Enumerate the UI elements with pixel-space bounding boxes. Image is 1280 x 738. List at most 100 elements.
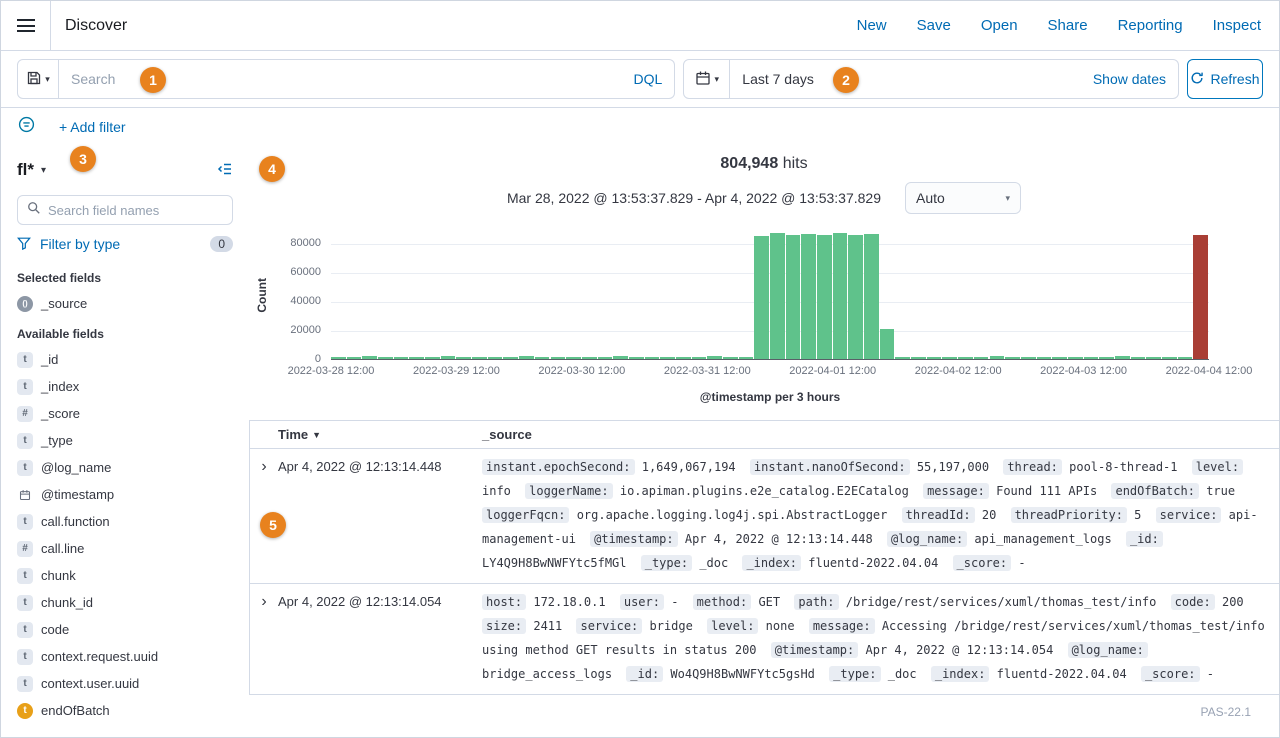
collapse-sidebar-button[interactable] <box>217 161 233 180</box>
field-item-_source[interactable]: ()_source <box>17 290 233 317</box>
histogram-bar[interactable] <box>880 329 895 359</box>
collapse-sidebar-icon <box>217 161 233 180</box>
histogram-bar[interactable] <box>817 235 832 359</box>
field-item-_index[interactable]: t_index <box>17 373 233 400</box>
histogram-bar[interactable] <box>472 357 487 359</box>
histogram-bar[interactable] <box>942 357 957 359</box>
field-search-input[interactable]: Search field names <box>17 195 233 225</box>
histogram-bar[interactable] <box>692 357 707 359</box>
histogram-bar[interactable] <box>1068 357 1083 359</box>
header-action-save[interactable]: Save <box>917 17 951 34</box>
histogram-bar[interactable] <box>613 356 628 359</box>
field-item-_type[interactable]: t_type <box>17 427 233 454</box>
time-column-label: Time <box>278 427 308 442</box>
histogram-bar[interactable] <box>1099 357 1114 359</box>
add-filter-button[interactable]: + Add filter <box>59 119 126 135</box>
histogram-bar[interactable] <box>1037 357 1052 359</box>
filter-set-icon[interactable] <box>18 116 35 138</box>
histogram-bar[interactable] <box>895 357 910 359</box>
field-item-chunk_id[interactable]: tchunk_id <box>17 589 233 616</box>
histogram-bar[interactable] <box>519 356 534 359</box>
header-action-reporting[interactable]: Reporting <box>1118 17 1183 34</box>
field-key-badge: method: <box>693 594 752 610</box>
histogram-bar[interactable] <box>990 356 1005 359</box>
histogram-bar[interactable] <box>1084 357 1099 359</box>
field-item-chunk[interactable]: tchunk <box>17 562 233 589</box>
header-action-share[interactable]: Share <box>1048 17 1088 34</box>
histogram-bar[interactable] <box>1021 357 1036 359</box>
show-dates-button[interactable]: Show dates <box>1093 71 1166 87</box>
interval-select[interactable]: Auto ▾ <box>905 182 1021 214</box>
histogram-bar[interactable] <box>1178 357 1193 359</box>
field-item-@timestamp[interactable]: @timestamp <box>17 481 233 508</box>
histogram-bar[interactable] <box>598 357 613 359</box>
filter-by-type-button[interactable]: Filter by type 0 <box>17 227 233 261</box>
histogram-bar[interactable] <box>801 234 816 359</box>
histogram-bar[interactable] <box>503 357 518 359</box>
refresh-button[interactable]: Refresh <box>1187 59 1263 99</box>
field-item-call.function[interactable]: tcall.function <box>17 508 233 535</box>
histogram-bar[interactable] <box>707 356 722 359</box>
histogram-bar[interactable] <box>1162 357 1177 359</box>
histogram-bar[interactable] <box>441 356 456 359</box>
histogram-bar[interactable] <box>974 357 989 359</box>
histogram-bar[interactable] <box>1052 357 1067 359</box>
field-item-context.request.uuid[interactable]: tcontext.request.uuid <box>17 643 233 670</box>
field-item-_score[interactable]: #_score <box>17 400 233 427</box>
menu-button[interactable] <box>1 1 50 50</box>
header-action-new[interactable]: New <box>857 17 887 34</box>
histogram-bar[interactable] <box>535 357 550 359</box>
histogram-bar[interactable] <box>456 357 471 359</box>
histogram-bar[interactable] <box>645 357 660 359</box>
histogram-bar[interactable] <box>848 235 863 359</box>
field-key-badge: user: <box>620 594 664 610</box>
histogram-bar[interactable] <box>378 357 393 359</box>
calendar-button[interactable]: ▾ <box>684 60 730 98</box>
expand-row-button[interactable]: › <box>250 455 278 477</box>
histogram-bar[interactable] <box>425 357 440 359</box>
field-item-context.user.uuid[interactable]: tcontext.user.uuid <box>17 670 233 697</box>
histogram-bar[interactable] <box>723 357 738 359</box>
histogram-bar[interactable] <box>958 357 973 359</box>
histogram-bar[interactable] <box>362 356 377 359</box>
time-range-display[interactable]: Last 7 days Show dates <box>730 60 1178 98</box>
histogram-bar[interactable] <box>911 357 926 359</box>
histogram-bar[interactable] <box>660 357 675 359</box>
column-header-time[interactable]: Time ▼ <box>278 427 482 442</box>
header-action-open[interactable]: Open <box>981 17 1018 34</box>
histogram-bar[interactable] <box>1005 357 1020 359</box>
histogram-bar[interactable] <box>566 357 581 359</box>
field-item-code[interactable]: tcode <box>17 616 233 643</box>
saved-query-button[interactable]: ▾ <box>17 59 59 99</box>
histogram-bar[interactable] <box>551 357 566 359</box>
field-key-badge: instant.epochSecond: <box>482 459 635 475</box>
header-action-inspect[interactable]: Inspect <box>1213 17 1261 34</box>
field-item-endOfBatch[interactable]: tendOfBatch <box>17 697 233 724</box>
histogram-bar[interactable] <box>347 357 362 359</box>
histogram-bar[interactable] <box>394 357 409 359</box>
index-pattern-select[interactable]: fl* <box>17 160 34 180</box>
field-item-call.line[interactable]: #call.line <box>17 535 233 562</box>
histogram-bar[interactable] <box>786 235 801 360</box>
histogram-bar[interactable] <box>1131 357 1146 359</box>
source-cell: host: 172.18.0.1 user: - method: GET pat… <box>482 590 1279 686</box>
histogram-bar[interactable] <box>739 357 754 359</box>
field-item-@log_name[interactable]: t@log_name <box>17 454 233 481</box>
histogram-bar[interactable] <box>1115 356 1130 359</box>
histogram-bar[interactable] <box>582 357 597 359</box>
histogram-bar[interactable] <box>676 357 691 359</box>
histogram-bar[interactable] <box>864 234 879 359</box>
expand-row-button[interactable]: › <box>250 590 278 612</box>
histogram-bar[interactable] <box>1146 357 1161 359</box>
histogram-bar-current[interactable] <box>1193 235 1208 359</box>
histogram-bar[interactable] <box>409 357 424 359</box>
histogram-bar[interactable] <box>331 357 346 359</box>
histogram-bar[interactable] <box>488 357 503 359</box>
histogram-bar[interactable] <box>629 357 644 359</box>
field-item-_id[interactable]: t_id <box>17 346 233 373</box>
dql-button[interactable]: DQL <box>633 71 662 87</box>
histogram-bar[interactable] <box>754 236 769 360</box>
histogram-bar[interactable] <box>927 357 942 359</box>
histogram-bar[interactable] <box>770 233 785 359</box>
histogram-bar[interactable] <box>833 233 848 359</box>
